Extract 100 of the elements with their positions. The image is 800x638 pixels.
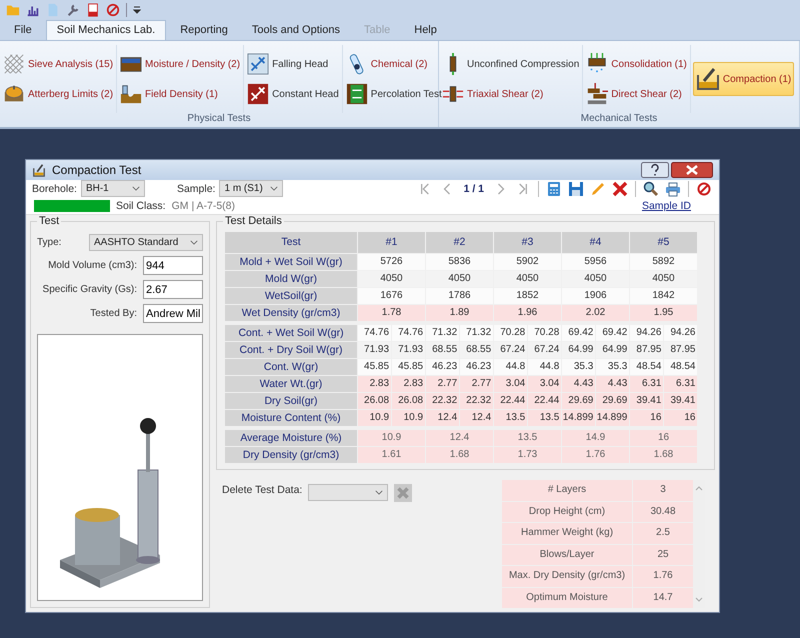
input-field[interactable]: 2.67 bbox=[143, 280, 203, 299]
next-page-icon[interactable] bbox=[496, 182, 506, 195]
input-field[interactable]: Andrew Mil bbox=[143, 304, 203, 323]
ribbon-button[interactable]: Chemical (2) bbox=[344, 52, 443, 76]
ribbon-button[interactable]: Falling Head bbox=[246, 52, 340, 76]
table-cell: 1906 bbox=[562, 288, 629, 304]
table-cell: 10.9 bbox=[392, 410, 426, 426]
row-header: Mold W(gr) bbox=[225, 271, 357, 287]
table-cell: 94.26 bbox=[630, 325, 664, 341]
table-cell: 1.95 bbox=[630, 305, 697, 321]
cancel-icon[interactable] bbox=[106, 3, 120, 17]
dropdown-caret-icon[interactable] bbox=[133, 6, 141, 14]
table-cell: 14.899 bbox=[562, 410, 596, 426]
table-cell: 16 bbox=[630, 410, 664, 426]
soil-jar-icon bbox=[120, 83, 142, 105]
search-icon[interactable] bbox=[643, 180, 659, 197]
input-field[interactable]: 944 bbox=[143, 256, 203, 275]
delete-icon[interactable] bbox=[612, 180, 628, 197]
table-cell: 1.73 bbox=[494, 447, 561, 463]
pencil-icon[interactable] bbox=[590, 180, 606, 197]
table-cell: 5956 bbox=[562, 254, 629, 270]
scroll-down-icon[interactable] bbox=[695, 597, 703, 602]
ribbon-button[interactable]: Direct Shear (2) bbox=[585, 82, 688, 106]
result-value: 30.48 bbox=[633, 502, 693, 522]
shear-box-icon bbox=[586, 83, 608, 105]
result-value: 25 bbox=[633, 544, 693, 565]
table-cell: 2.02 bbox=[562, 305, 629, 321]
table-cell: 71.32 bbox=[426, 325, 460, 341]
field-label: Tested By: bbox=[90, 308, 137, 319]
save-icon[interactable] bbox=[568, 180, 584, 197]
calculator-icon[interactable] bbox=[546, 180, 562, 197]
soil-class-value: GM | A-7-5(8) bbox=[172, 200, 236, 212]
previous-page-icon[interactable] bbox=[442, 182, 452, 195]
table-cell: 13.5 bbox=[528, 410, 562, 426]
scroll-up-icon[interactable] bbox=[695, 486, 703, 491]
close-button[interactable] bbox=[671, 162, 713, 178]
ribbon-button[interactable]: Atterberg Limits (2) bbox=[2, 82, 114, 106]
sample-dropdown[interactable]: 1 m (S1) bbox=[219, 180, 284, 198]
help-button[interactable] bbox=[641, 162, 669, 178]
print-icon[interactable] bbox=[665, 180, 681, 197]
table-cell: 1.96 bbox=[494, 305, 561, 321]
table-cell: 48.54 bbox=[630, 359, 664, 375]
ribbon-button[interactable]: Triaxial Shear (2) bbox=[441, 82, 580, 106]
first-page-icon[interactable] bbox=[420, 182, 430, 195]
compaction-mold-icon bbox=[32, 162, 46, 177]
ribbon-button[interactable]: Percolation Test bbox=[344, 82, 443, 106]
wrench-icon[interactable] bbox=[66, 3, 80, 17]
table-cell: 46.23 bbox=[426, 359, 460, 375]
delete-button[interactable] bbox=[394, 484, 412, 502]
result-value: 14.7 bbox=[633, 588, 693, 608]
table-cell: 69.42 bbox=[596, 325, 630, 341]
table-cell: 70.28 bbox=[528, 325, 562, 341]
table-cell: 1852 bbox=[494, 288, 561, 304]
mesh-icon bbox=[3, 53, 25, 75]
last-page-icon[interactable] bbox=[518, 182, 528, 195]
menu-tab[interactable]: Help bbox=[404, 21, 447, 40]
table-cell: 5892 bbox=[630, 254, 697, 270]
table-cell: 22.32 bbox=[426, 393, 460, 409]
menu-tab[interactable]: File bbox=[4, 21, 42, 40]
table-cell: 39.41 bbox=[664, 393, 698, 409]
table-cell: 1676 bbox=[358, 288, 425, 304]
result-value: 1.76 bbox=[633, 566, 693, 586]
chevron-down-icon bbox=[375, 490, 384, 495]
table-cell: 44.8 bbox=[528, 359, 562, 375]
table-cell: 14.899 bbox=[596, 410, 630, 426]
ribbon-button[interactable]: Sieve Analysis (15) bbox=[2, 52, 114, 76]
table-cell: 74.76 bbox=[358, 325, 392, 341]
table-cell: 48.54 bbox=[664, 359, 698, 375]
column-header: Test bbox=[225, 232, 357, 253]
table-cell: 39.41 bbox=[630, 393, 664, 409]
table-cell: 45.85 bbox=[392, 359, 426, 375]
ribbon-group-title: Physical Tests bbox=[186, 113, 252, 126]
row-header: WetSoil(gr) bbox=[225, 288, 357, 304]
sample-id-link[interactable]: Sample ID bbox=[642, 200, 691, 212]
table-cell: 35.3 bbox=[596, 359, 630, 375]
ribbon-button[interactable]: Consolidation (1) bbox=[585, 52, 688, 76]
ribbon-button[interactable]: Compaction (1) bbox=[692, 62, 794, 96]
test-group-title: Test bbox=[37, 215, 62, 227]
table-cell: 26.08 bbox=[392, 393, 426, 409]
ribbon-button[interactable]: Constant Head bbox=[246, 82, 340, 106]
menu-tab[interactable]: Soil Mechanics Lab. bbox=[46, 20, 166, 40]
borehole-dropdown[interactable]: BH-1 bbox=[80, 180, 145, 198]
menu-tab[interactable]: Tools and Options bbox=[242, 21, 350, 40]
table-cell: 5726 bbox=[358, 254, 425, 270]
ribbon-button[interactable]: Field Density (1) bbox=[119, 82, 242, 106]
chevron-down-icon bbox=[132, 186, 140, 192]
ribbon-button[interactable]: Unconfined Compression bbox=[441, 52, 580, 76]
cancel-icon[interactable] bbox=[696, 180, 712, 197]
type-dropdown[interactable]: AASHTO Standard bbox=[89, 234, 203, 251]
ribbon-button[interactable]: Moisture / Density (2) bbox=[119, 52, 242, 76]
field-label: Type: bbox=[37, 237, 62, 248]
table-cell: 1786 bbox=[426, 288, 493, 304]
chevron-down-icon bbox=[190, 240, 198, 245]
table-cell: 22.44 bbox=[494, 393, 528, 409]
soil-class-label: Soil Class: bbox=[116, 200, 166, 212]
table-cell: 1.76 bbox=[562, 447, 629, 463]
table-cell: 22.44 bbox=[528, 393, 562, 409]
row-header: Wet Density (gr/cm3) bbox=[225, 305, 357, 321]
menu-tab[interactable]: Reporting bbox=[170, 21, 238, 40]
row-header: Dry Density (gr/cm3) bbox=[225, 447, 357, 463]
